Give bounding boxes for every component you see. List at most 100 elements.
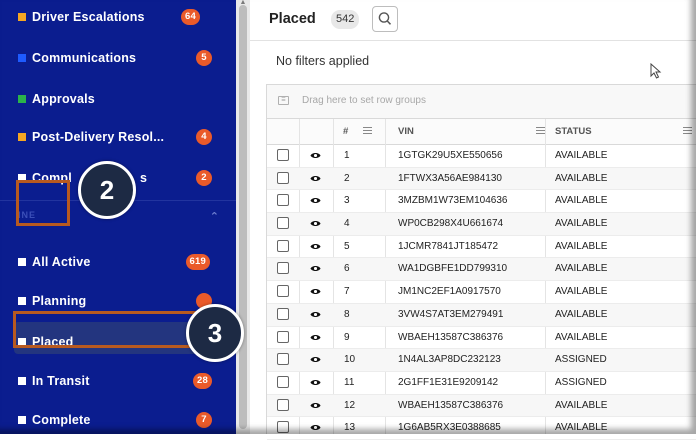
eye-icon[interactable] xyxy=(310,151,321,160)
status-cell: ASSIGNED xyxy=(555,354,607,366)
table-row[interactable]: 5 1JCMR7841JT185472 AVAILABLE xyxy=(267,236,696,259)
eye-icon[interactable] xyxy=(310,401,321,410)
row-number: 6 xyxy=(344,263,350,275)
column-header-status[interactable]: STATUS xyxy=(555,119,592,144)
vin-cell: WA1DGBFE1DD799310 xyxy=(398,263,508,275)
count-badge: 28 xyxy=(193,373,212,389)
sidebar-item-all-active[interactable]: All Active 619 xyxy=(18,250,236,274)
count-badge: 64 xyxy=(181,9,200,25)
sidebar-item-complete[interactable]: Complete 7 xyxy=(18,408,236,432)
column-menu-icon[interactable] xyxy=(683,127,692,134)
row-checkbox[interactable] xyxy=(277,330,289,343)
row-number: 9 xyxy=(344,331,350,343)
status-cell: AVAILABLE xyxy=(555,308,608,320)
row-group-drop-zone[interactable]: ☰ Drag here to set row groups xyxy=(267,85,696,119)
row-checkbox[interactable] xyxy=(277,285,289,298)
row-checkbox[interactable] xyxy=(277,217,289,230)
search-button[interactable] xyxy=(372,6,398,32)
vin-cell: WP0CB298X4U661674 xyxy=(398,218,504,230)
eye-icon[interactable] xyxy=(310,196,321,205)
row-number: 2 xyxy=(344,172,350,184)
sidebar-item-in-transit[interactable]: In Transit 28 xyxy=(18,369,236,393)
row-checkbox[interactable] xyxy=(277,375,289,388)
eye-icon[interactable] xyxy=(310,219,321,228)
count-badge: 2 xyxy=(196,170,212,186)
page-header: Placed 542 xyxy=(250,0,696,41)
vin-cell: 2G1FF1E31E9209142 xyxy=(398,376,499,388)
callout-number-badge: 2 xyxy=(78,161,136,219)
sidebar-item-label: Approvals xyxy=(32,92,95,106)
sidebar-item-label: All Active xyxy=(32,255,91,269)
table-row[interactable]: 12 WBAEH13587C386376 AVAILABLE xyxy=(267,394,696,418)
row-checkbox[interactable] xyxy=(277,194,289,207)
row-checkbox[interactable] xyxy=(277,239,289,252)
column-header-vin[interactable]: VIN xyxy=(398,119,414,144)
scrollbar-thumb[interactable] xyxy=(239,5,247,429)
row-checkbox[interactable] xyxy=(277,307,289,320)
count-badge: 4 xyxy=(196,129,212,145)
table-row[interactable]: 9 WBAEH13587C386376 AVAILABLE xyxy=(267,327,696,350)
eye-icon[interactable] xyxy=(310,287,321,296)
row-group-icon: ☰ xyxy=(278,96,289,105)
row-checkbox[interactable] xyxy=(277,262,289,275)
sidebar-item-communications[interactable]: Communications 5 xyxy=(18,46,236,70)
table-row[interactable]: 3 3MZBM1W73EM104636 AVAILABLE xyxy=(267,190,696,214)
table-row[interactable]: 11 2G1FF1E31E9209142 ASSIGNED xyxy=(267,372,696,395)
status-cell: AVAILABLE xyxy=(555,286,608,298)
vin-cell: 3VW4S7AT3EM279491 xyxy=(398,308,504,320)
filters-summary: No filters applied xyxy=(276,54,370,68)
eye-icon[interactable] xyxy=(310,174,321,183)
sidebar-item-driver-escalations[interactable]: Driver Escalations 64 xyxy=(18,5,236,29)
status-square-icon xyxy=(18,297,26,305)
row-number: 7 xyxy=(344,286,350,298)
vin-cell: WBAEH13587C386376 xyxy=(398,331,504,343)
table-row[interactable]: 1 1GTGK29U5XE550656 AVAILABLE xyxy=(267,145,696,168)
callout-number-badge: 3 xyxy=(186,304,244,362)
eye-icon[interactable] xyxy=(310,264,321,273)
column-header-number[interactable]: # xyxy=(343,119,348,144)
sidebar-scrollbar[interactable]: ▲ xyxy=(236,0,250,434)
eye-icon[interactable] xyxy=(310,355,321,364)
vin-cell: 3MZBM1W73EM104636 xyxy=(398,195,508,207)
status-cell: AVAILABLE xyxy=(555,195,608,207)
status-square-icon xyxy=(18,377,26,385)
sidebar-item-label-tail: s xyxy=(140,171,148,185)
status-cell: AVAILABLE xyxy=(555,263,608,275)
sidebar-item-post-delivery[interactable]: Post-Delivery Resol... 4 xyxy=(18,125,236,149)
status-cell: AVAILABLE xyxy=(555,150,608,161)
eye-icon[interactable] xyxy=(310,378,321,387)
row-checkbox[interactable] xyxy=(277,353,289,366)
vin-cell: 1GTGK29U5XE550656 xyxy=(398,150,503,161)
column-menu-icon[interactable] xyxy=(536,127,545,134)
row-number: 11 xyxy=(344,376,355,388)
row-checkbox[interactable] xyxy=(277,171,289,184)
sidebar-item-label: Planning xyxy=(32,294,87,308)
eye-icon[interactable] xyxy=(310,333,321,342)
eye-icon[interactable] xyxy=(310,423,321,432)
sidebar-item-approvals[interactable]: Approvals xyxy=(18,87,236,111)
row-checkbox[interactable] xyxy=(277,421,289,434)
table-row[interactable]: 10 1N4AL3AP8DC232123 ASSIGNED xyxy=(267,349,696,372)
status-cell: AVAILABLE xyxy=(555,399,608,411)
table-row[interactable]: 8 3VW4S7AT3EM279491 AVAILABLE xyxy=(267,303,696,327)
status-square-icon xyxy=(18,95,26,103)
sidebar-item-label: In Transit xyxy=(32,374,90,388)
column-menu-icon[interactable] xyxy=(363,127,372,134)
row-checkbox[interactable] xyxy=(277,149,289,161)
eye-icon[interactable] xyxy=(310,310,321,319)
page-title: Placed xyxy=(269,11,316,27)
table-row[interactable]: 6 WA1DGBFE1DD799310 AVAILABLE xyxy=(267,258,696,282)
table-row[interactable]: 13 1G6AB5RX3E0388685 AVAILABLE xyxy=(267,417,696,440)
sidebar-item-label: Post-Delivery Resol... xyxy=(32,130,165,144)
status-square-icon xyxy=(18,258,26,266)
chevron-up-icon[interactable]: ⌃ xyxy=(210,210,220,223)
status-cell: AVAILABLE xyxy=(555,240,608,252)
row-checkbox[interactable] xyxy=(277,398,289,411)
status-cell: AVAILABLE xyxy=(555,172,608,184)
table-row[interactable]: 2 1FTWX3A56AE984130 AVAILABLE xyxy=(267,167,696,191)
row-number: 3 xyxy=(344,195,350,207)
table-row[interactable]: 7 JM1NC2EF1A0917570 AVAILABLE xyxy=(267,281,696,304)
eye-icon[interactable] xyxy=(310,242,321,251)
status-cell: ASSIGNED xyxy=(555,376,607,388)
table-row[interactable]: 4 WP0CB298X4U661674 AVAILABLE xyxy=(267,213,696,236)
